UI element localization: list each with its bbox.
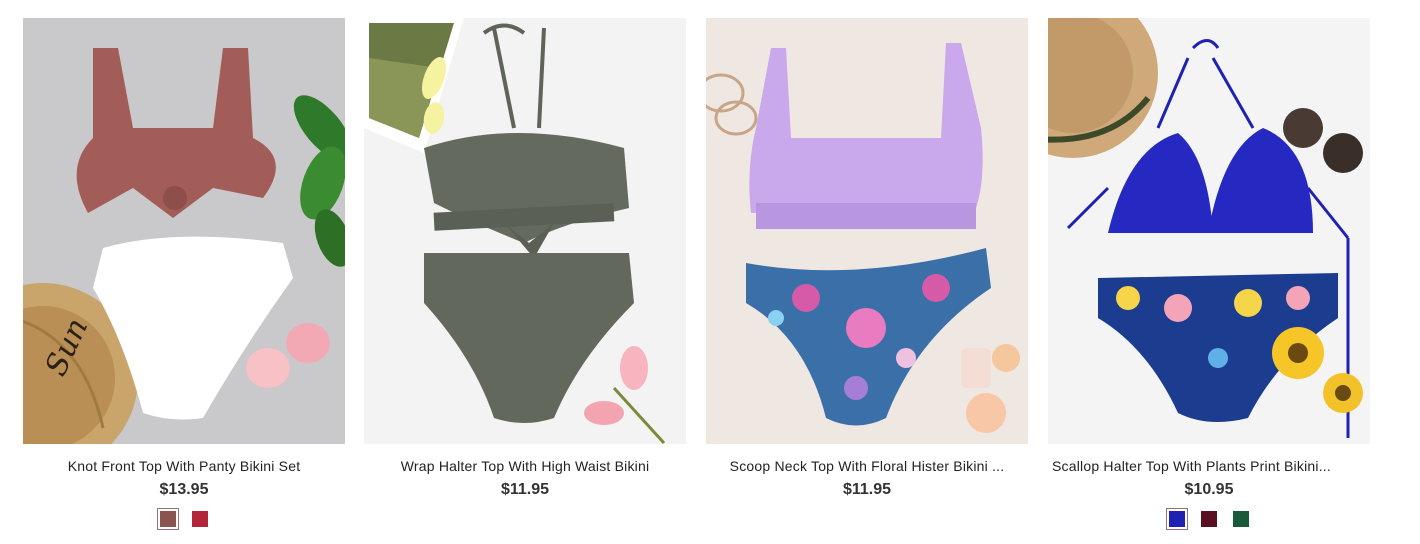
color-swatch[interactable] [190, 509, 210, 529]
product-price: $13.95 [159, 481, 209, 498]
color-swatch[interactable] [1199, 509, 1219, 529]
color-swatch[interactable] [157, 508, 179, 530]
product-card[interactable]: Wrap Halter Top With High Waist Bikini $… [364, 18, 686, 499]
product-image[interactable]: Sun [23, 18, 345, 444]
product-photo-scallop-halter-bikini [1048, 18, 1370, 444]
product-title[interactable]: Wrap Halter Top With High Waist Bikini [364, 458, 686, 475]
product-price: $10.95 [1184, 481, 1234, 498]
product-photo-knot-front-bikini: Sun [23, 18, 345, 444]
product-card[interactable]: Scoop Neck Top With Floral Hister Bikini… [706, 18, 1028, 499]
product-grid: Sun Knot Front Top With Panty Bikini Set… [0, 0, 1420, 544]
product-image[interactable] [706, 18, 1028, 444]
product-photo-wrap-halter-bikini [364, 18, 686, 444]
product-title[interactable]: Scoop Neck Top With Floral Hister Bikini… [706, 458, 1028, 475]
product-price: $11.95 [842, 481, 892, 498]
color-swatches [1048, 508, 1370, 530]
product-price: $11.95 [500, 481, 550, 498]
product-card[interactable]: Sun Knot Front Top With Panty Bikini Set… [23, 18, 345, 530]
product-image[interactable] [364, 18, 686, 444]
product-image[interactable] [1048, 18, 1370, 444]
color-swatches [23, 508, 345, 530]
product-title[interactable]: Knot Front Top With Panty Bikini Set [23, 458, 345, 475]
color-swatch[interactable] [1166, 508, 1188, 530]
product-card[interactable]: Scallop Halter Top With Plants Print Bik… [1048, 18, 1370, 530]
color-swatch[interactable] [1231, 509, 1251, 529]
product-title[interactable]: Scallop Halter Top With Plants Print Bik… [1048, 458, 1370, 475]
product-photo-scoop-neck-floral-bikini [706, 18, 1028, 444]
